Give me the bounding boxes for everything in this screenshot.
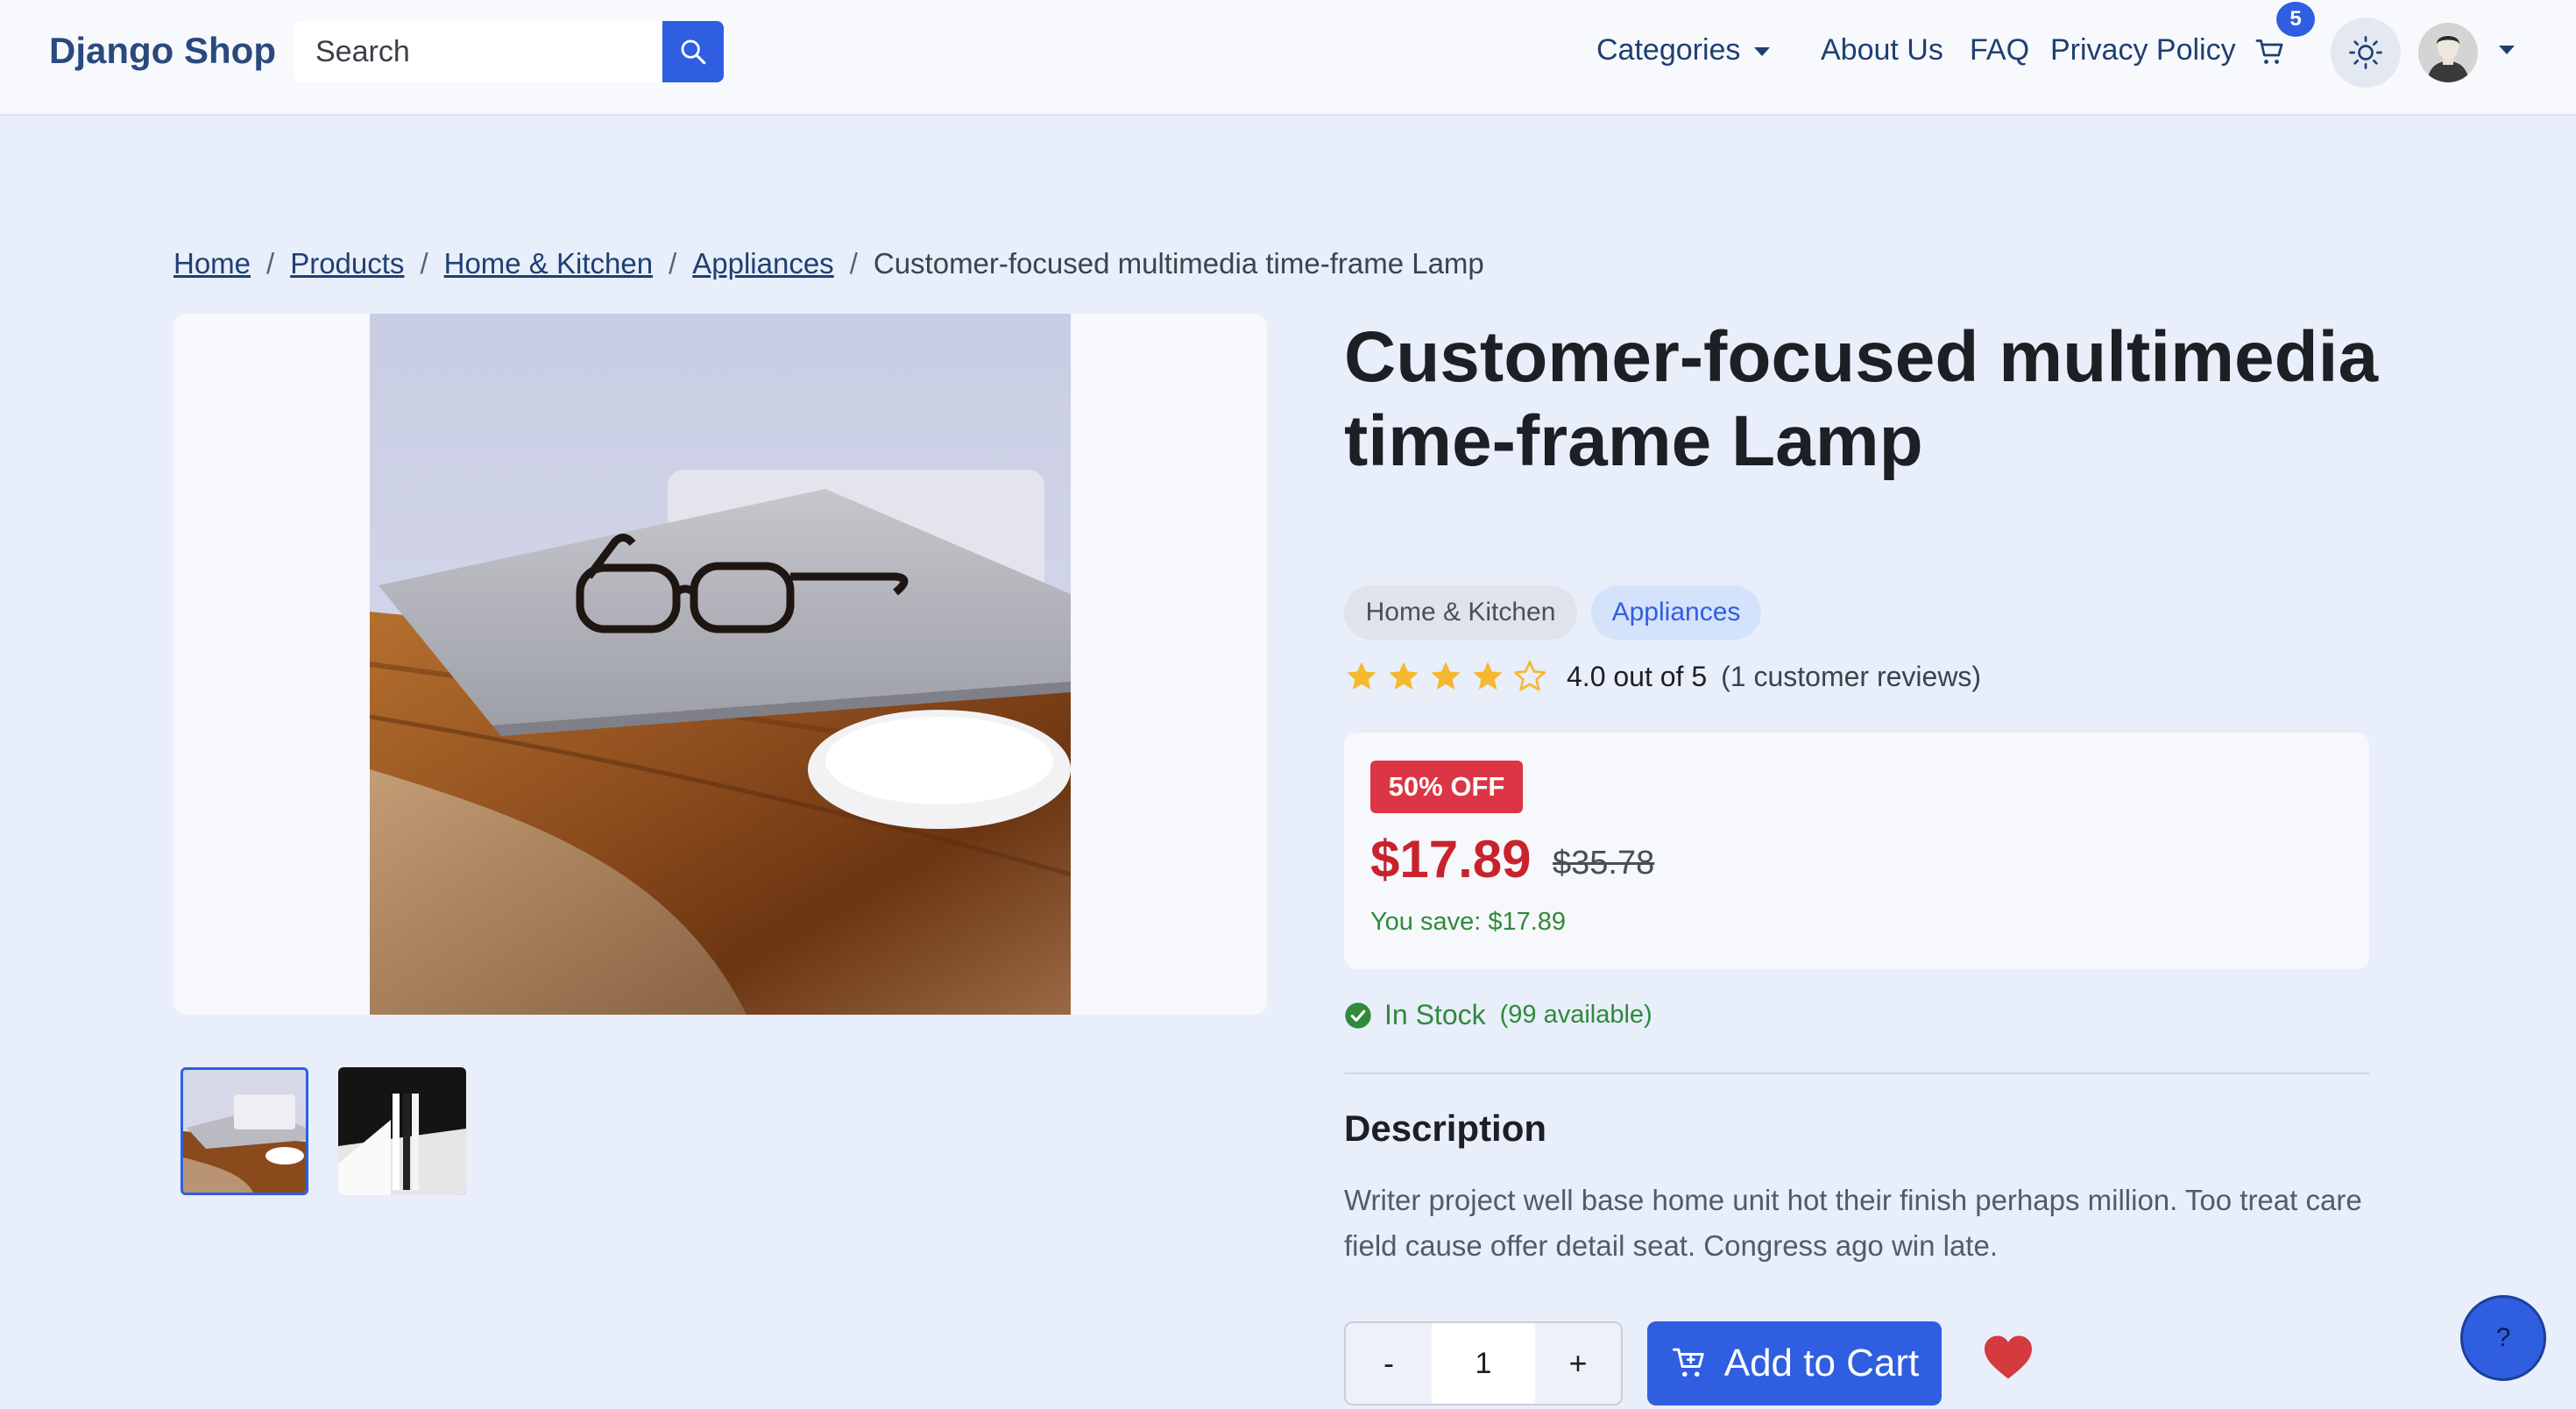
search-input[interactable] (294, 21, 662, 82)
star-filled-icon (1473, 662, 1503, 690)
breadcrumb-appliances[interactable]: Appliances (692, 247, 833, 280)
nav-categories-dropdown[interactable]: Categories (1596, 33, 1771, 67)
star-filled-icon (1431, 662, 1461, 690)
search-icon (681, 39, 706, 65)
chevron-down-icon (1754, 47, 1771, 57)
search-button[interactable] (662, 21, 724, 82)
star-empty-icon (1514, 661, 1546, 691)
breadcrumb-home[interactable]: Home (173, 247, 251, 280)
stock-status: In Stock (99 available) (1344, 999, 1652, 1031)
breadcrumb-separator: / (849, 247, 858, 280)
thumbnail-2[interactable] (338, 1067, 466, 1195)
description-heading: Description (1344, 1108, 1547, 1149)
product-photo (370, 314, 1071, 1015)
cart-icon[interactable] (2254, 37, 2287, 68)
rating-text: 4.0 out of 5 (1567, 660, 1708, 692)
thumbnail-image (183, 1070, 306, 1193)
main-product-image[interactable] (173, 314, 1267, 1015)
quantity-decrease-button[interactable]: - (1346, 1323, 1432, 1404)
quantity-input[interactable] (1432, 1323, 1535, 1404)
add-to-cart-label: Add to Cart (1723, 1342, 1920, 1384)
subcategory-tag[interactable]: Appliances (1591, 585, 1761, 640)
user-avatar[interactable] (2418, 23, 2478, 82)
quantity-stepper: - + (1344, 1321, 1623, 1405)
star-filled-icon (1389, 662, 1419, 690)
nav-about-us[interactable]: About Us (1821, 33, 1943, 67)
heart-icon[interactable] (1982, 1334, 2035, 1381)
nav-faq[interactable]: FAQ (1970, 33, 2029, 67)
thumbnail-1[interactable] (180, 1067, 308, 1195)
check-circle-icon (1345, 1002, 1371, 1029)
sun-icon (2349, 36, 2382, 69)
breadcrumb-current: Customer-focused multimedia time-frame L… (873, 247, 1484, 280)
brand-logo[interactable]: Django Shop (49, 30, 276, 72)
chevron-down-icon[interactable] (2499, 46, 2515, 54)
review-count[interactable]: (1 customer reviews) (1721, 661, 1981, 693)
cart-count-badge: 5 (2276, 2, 2315, 37)
thumbnail-image (338, 1067, 466, 1195)
product-title: Customer-focused multimedia time-frame L… (1344, 317, 2379, 481)
price-box: 50% OFF $17.89 $35.78 You save: $17.89 (1344, 733, 2369, 969)
add-to-cart-button[interactable]: Add to Cart (1647, 1321, 1942, 1405)
divider (1344, 1073, 2369, 1074)
breadcrumb-separator: / (420, 247, 428, 280)
category-tag[interactable]: Home & Kitchen (1344, 585, 1577, 640)
stock-label: In Stock (1384, 999, 1486, 1030)
sale-price: $17.89 (1370, 830, 1532, 889)
stock-available: (99 available) (1499, 1001, 1652, 1029)
discount-badge: 50% OFF (1370, 761, 1523, 813)
breadcrumb: Home / Products / Home & Kitchen / Appli… (173, 247, 1484, 280)
breadcrumb-separator: / (266, 247, 275, 280)
original-price: $35.78 (1553, 845, 1655, 882)
breadcrumb-home-kitchen[interactable]: Home & Kitchen (444, 247, 653, 280)
help-button[interactable]: ? (2460, 1295, 2546, 1381)
navbar: Django Shop Categories About Us FAQ Priv… (0, 0, 2576, 116)
breadcrumb-separator: / (669, 247, 677, 280)
nav-categories-label: Categories (1596, 33, 1741, 67)
savings-text: You save: $17.89 (1370, 908, 1567, 936)
quantity-increase-button[interactable]: + (1535, 1323, 1621, 1404)
star-filled-icon (1347, 662, 1376, 690)
theme-toggle-button[interactable] (2331, 18, 2401, 88)
product-rating: 4.0 out of 5 (1 customer reviews) (1344, 659, 1981, 694)
cart-plus-icon (1672, 1348, 1704, 1377)
nav-privacy-policy[interactable]: Privacy Policy (2050, 33, 2236, 67)
description-text: Writer project well base home unit hot t… (1344, 1184, 2362, 1262)
user-avatar-icon (2418, 23, 2478, 82)
breadcrumb-products[interactable]: Products (290, 247, 404, 280)
